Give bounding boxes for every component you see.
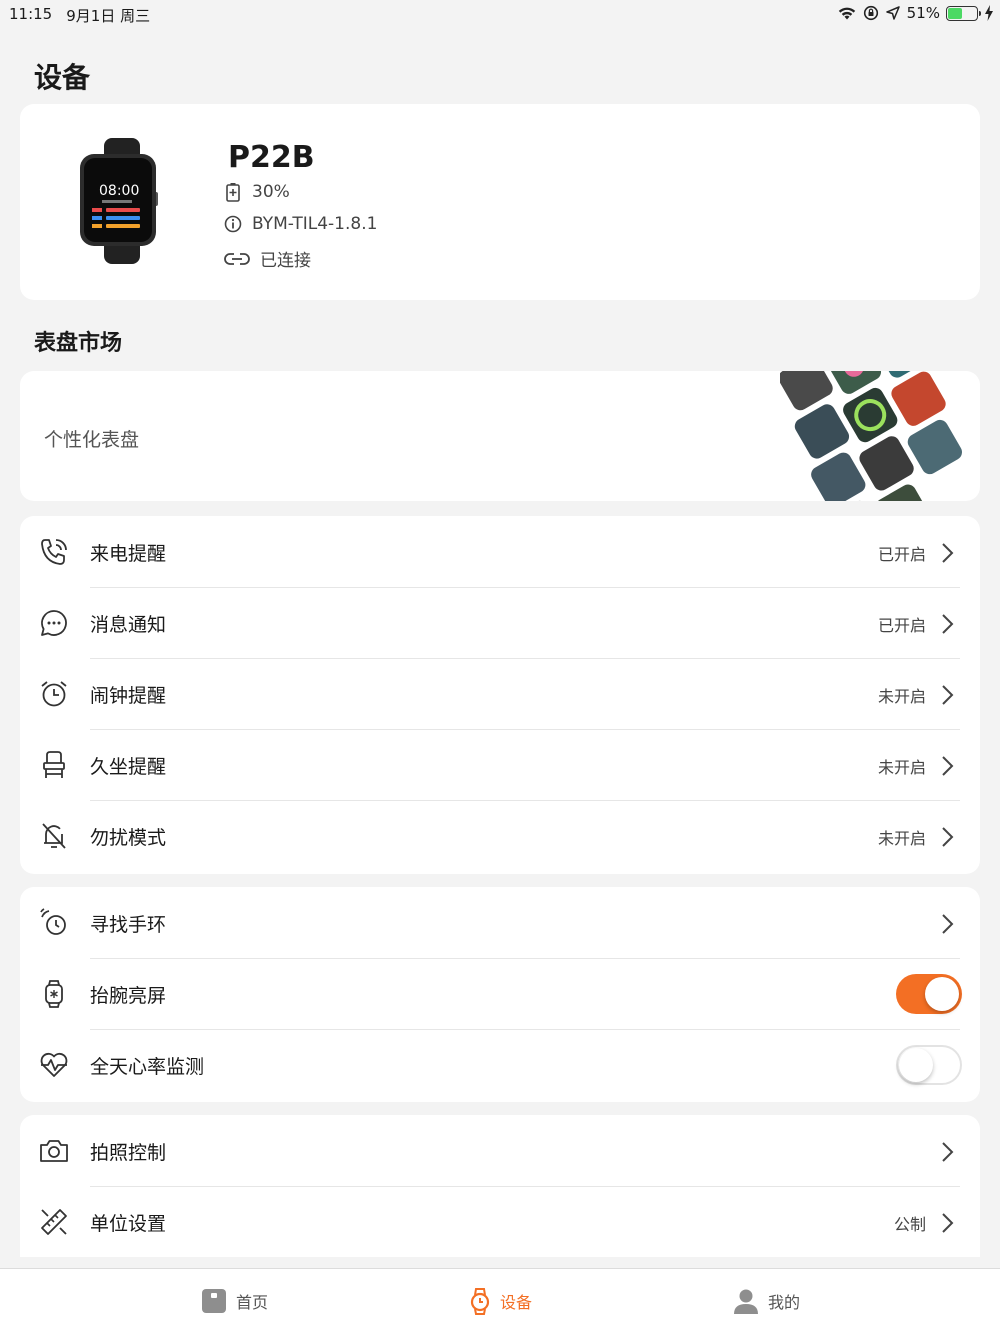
device-firmware: BYM-TIL4-1.8.1 xyxy=(252,214,378,234)
row-camera-control[interactable]: 拍照控制 xyxy=(20,1115,980,1187)
page-title: 设备 xyxy=(34,61,91,94)
status-date: 9月1日 周三 xyxy=(66,7,151,25)
watch-faces-image xyxy=(780,371,962,501)
row-label: 消息通知 xyxy=(90,614,167,636)
watch-time: 08:00 xyxy=(99,183,139,199)
chevron-right-icon xyxy=(942,1213,954,1233)
alarm-clock-icon xyxy=(41,681,67,707)
row-label: 拍照控制 xyxy=(90,1142,167,1164)
controls-card: 寻找手环 抬腕亮屏 全天心率监测 xyxy=(20,887,980,1102)
battery-charge-icon xyxy=(226,183,240,202)
row-label: 单位设置 xyxy=(90,1213,167,1235)
battery-icon xyxy=(946,5,981,21)
wifi-icon xyxy=(838,7,855,20)
chevron-right-icon xyxy=(942,543,954,563)
watch-icon xyxy=(45,980,63,1008)
heart-rate-icon xyxy=(40,1052,68,1077)
row-raise-to-wake: 抬腕亮屏 xyxy=(20,958,980,1030)
battery-percent: 51% xyxy=(906,4,940,22)
chevron-right-icon xyxy=(942,685,954,705)
chevron-right-icon xyxy=(942,614,954,634)
home-icon xyxy=(202,1289,226,1313)
vibrate-icon xyxy=(40,908,66,935)
device-connection-status: 已连接 xyxy=(260,251,311,271)
row-find-band[interactable]: 寻找手环 xyxy=(20,887,980,959)
row-do-not-disturb[interactable]: 勿扰模式 未开启 xyxy=(20,800,980,872)
tab-label: 设备 xyxy=(500,1293,533,1312)
chevron-right-icon xyxy=(942,914,954,934)
charging-icon xyxy=(985,5,993,21)
status-time: 11:15 xyxy=(9,5,53,23)
phone-call-icon xyxy=(41,539,67,565)
message-icon xyxy=(41,610,67,636)
chair-icon xyxy=(43,751,65,778)
row-value: 已开启 xyxy=(877,616,926,635)
row-label: 闹钟提醒 xyxy=(90,685,167,707)
row-alarm-reminder[interactable]: 闹钟提醒 未开启 xyxy=(20,658,980,730)
tab-label: 我的 xyxy=(768,1293,801,1312)
tab-label: 首页 xyxy=(236,1293,269,1312)
tab-home[interactable]: 首页 xyxy=(200,1287,268,1315)
row-label: 全天心率监测 xyxy=(90,1056,205,1078)
device-watch-icon xyxy=(470,1288,490,1315)
row-call-reminder[interactable]: 来电提醒 已开启 xyxy=(20,516,980,588)
tab-me[interactable]: 我的 xyxy=(732,1287,800,1315)
camera-icon xyxy=(40,1140,68,1162)
row-label: 来电提醒 xyxy=(90,543,167,565)
dial-market-title: 表盘市场 xyxy=(34,331,123,356)
user-icon xyxy=(734,1289,758,1314)
row-message-notification[interactable]: 消息通知 已开启 xyxy=(20,587,980,659)
notifications-card: 来电提醒 已开启 消息通知 已开启 闹钟提醒 未开启 久坐提醒 未开启 勿扰模式… xyxy=(20,516,980,874)
row-unit-settings[interactable]: 单位设置 公制 xyxy=(20,1186,980,1257)
row-label: 勿扰模式 xyxy=(90,827,167,849)
row-value: 公制 xyxy=(893,1215,926,1234)
heart-rate-toggle[interactable] xyxy=(896,1045,962,1085)
info-icon xyxy=(224,215,242,233)
row-value: 已开启 xyxy=(877,545,926,564)
chevron-right-icon xyxy=(942,1142,954,1162)
settings-card: 拍照控制 单位设置 公制 xyxy=(20,1115,980,1257)
chevron-right-icon xyxy=(942,756,954,776)
bell-off-icon xyxy=(42,823,66,849)
row-value: 未开启 xyxy=(877,829,926,848)
device-battery: 30% xyxy=(252,182,290,202)
watch-image: 08:00 xyxy=(80,138,158,264)
row-value: 未开启 xyxy=(877,758,926,777)
row-label: 抬腕亮屏 xyxy=(90,985,167,1007)
row-label: 寻找手环 xyxy=(90,914,167,936)
tab-bar: 首页 设备 我的 xyxy=(0,1268,1000,1334)
row-label: 久坐提醒 xyxy=(90,756,167,778)
raise-to-wake-toggle[interactable] xyxy=(896,974,962,1014)
row-heart-rate-monitoring: 全天心率监测 xyxy=(20,1029,980,1101)
status-bar: 11:15 9月1日 周三 51% xyxy=(0,0,1000,28)
row-value: 未开启 xyxy=(877,687,926,706)
tab-device[interactable]: 设备 xyxy=(468,1287,532,1315)
device-card[interactable]: 08:00 P22B 30% BYM-TIL4-1.8.1 已连接 xyxy=(20,104,980,300)
chevron-right-icon xyxy=(942,827,954,847)
orientation-lock-icon xyxy=(863,5,878,21)
dial-market-label: 个性化表盘 xyxy=(44,429,140,451)
device-name: P22B xyxy=(228,140,315,175)
ruler-icon xyxy=(41,1209,67,1235)
dial-market-card[interactable]: 个性化表盘 xyxy=(20,371,980,501)
row-sedentary-reminder[interactable]: 久坐提醒 未开启 xyxy=(20,729,980,801)
link-icon xyxy=(224,252,250,265)
location-icon xyxy=(885,6,900,20)
